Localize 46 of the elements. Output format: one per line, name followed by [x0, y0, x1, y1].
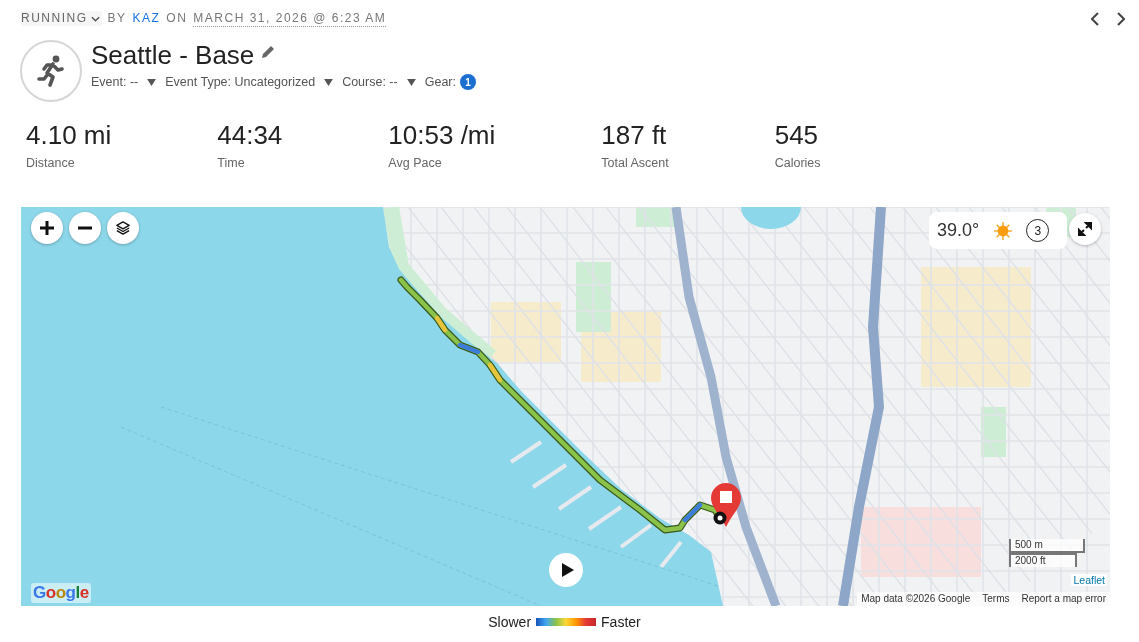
pencil-icon[interactable]	[261, 45, 276, 59]
author-link[interactable]: KAZ	[132, 11, 161, 26]
scale-bar: 500 m	[1009, 539, 1085, 553]
activity-title: Seattle - Base	[91, 40, 255, 70]
stat-value: 4.10 mi	[26, 120, 112, 150]
caret-down-icon	[406, 78, 416, 86]
stat-label: Total Ascent	[601, 155, 669, 171]
chevron-right-icon[interactable]	[1117, 11, 1125, 26]
legend-label: Slower	[488, 614, 532, 630]
temperature-text: 39.0°	[937, 220, 980, 241]
speed-gradient-bar	[536, 618, 597, 626]
scale-bar: 2000 ft	[1009, 553, 1077, 567]
stat-value: 545	[774, 120, 819, 150]
field-dropdown[interactable]: Event: --	[91, 75, 157, 89]
byline-text: BY	[107, 11, 127, 26]
sport-dropdown[interactable]: RUNNING	[21, 11, 102, 26]
leaflet-link[interactable]: Leaflet	[1071, 574, 1107, 586]
running-person-icon	[20, 40, 82, 102]
stat-label: Time	[217, 155, 245, 171]
layers-icon	[116, 221, 130, 235]
expand-icon	[1078, 222, 1092, 236]
chevron-down-icon	[90, 15, 100, 22]
field-dropdown[interactable]: Course: --	[342, 75, 416, 89]
sun-icon	[994, 221, 1013, 240]
stat-value: 44:34	[217, 120, 283, 150]
attribution-link[interactable]: Terms	[982, 593, 1010, 605]
caret-down-icon	[324, 78, 334, 86]
map-data-text: Map data ©2026 Google	[861, 593, 971, 605]
legend-label: Faster	[601, 614, 641, 630]
stat-value: 187 ft	[601, 120, 667, 150]
chevron-left-icon[interactable]	[1091, 11, 1099, 26]
stat-label: Calories	[774, 155, 821, 171]
stat-label: Distance	[26, 155, 75, 171]
play-icon	[561, 563, 574, 577]
gear-label: Gear:	[424, 75, 456, 89]
plus-icon	[40, 221, 54, 235]
caret-down-icon	[147, 78, 157, 86]
byline-text: ON	[166, 11, 188, 26]
field-dropdown[interactable]: Event Type: Uncategorized	[165, 75, 334, 89]
attribution-link[interactable]: Report a map error	[1021, 593, 1106, 605]
stat-label: Avg Pace	[388, 155, 442, 171]
gear-count-badge[interactable]: 1	[459, 74, 476, 90]
start-marker-icon	[713, 511, 727, 525]
stat-value: 10:53 /mi	[388, 120, 496, 150]
date-text: MARCH 31, 2026 @ 6:23 AM	[193, 10, 387, 27]
google-logo: Google	[31, 583, 91, 603]
